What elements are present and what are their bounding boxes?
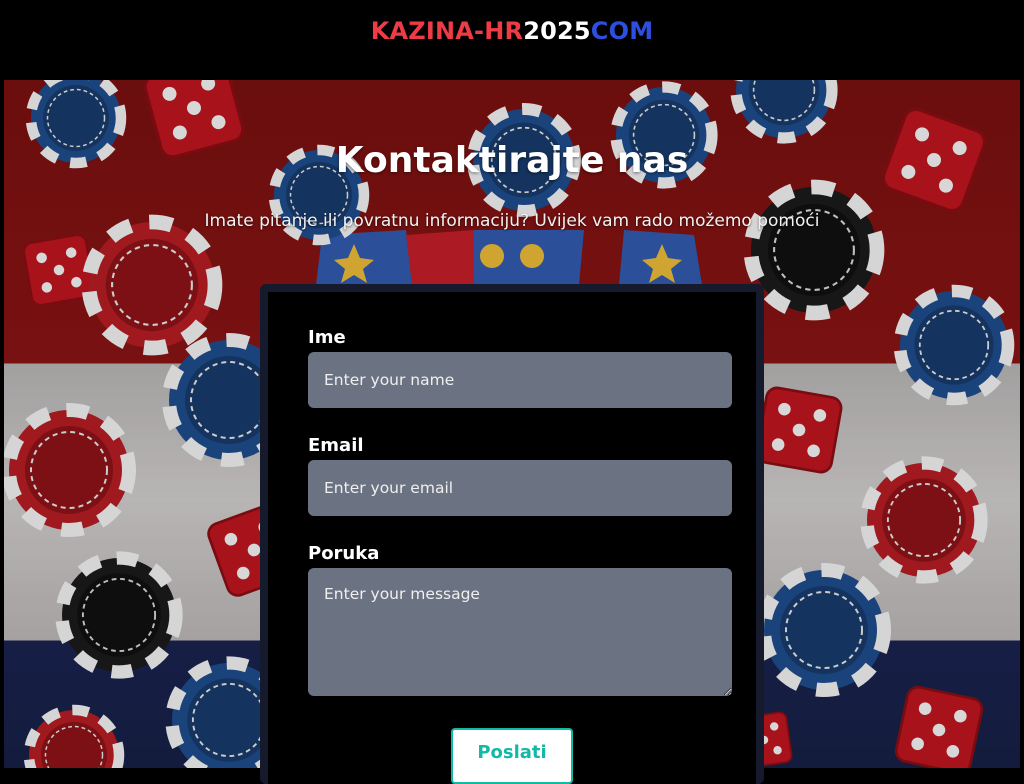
email-label: Email <box>308 435 364 456</box>
name-input[interactable] <box>308 352 732 408</box>
name-label: Ime <box>308 327 346 348</box>
contact-form-card: Ime Email Poruka Poslati <box>260 284 764 784</box>
logo-text-com: COM <box>590 17 654 45</box>
page-title: Kontaktirajte nas <box>335 140 689 181</box>
logo-text-kazina: KAZINA-HR <box>370 17 524 45</box>
page-subtitle: Imate pitanje ili povratnu informaciju? … <box>204 211 820 231</box>
submit-button[interactable]: Poslati <box>451 728 573 784</box>
logo-text-year: 2025 <box>523 17 591 45</box>
message-textarea[interactable] <box>308 568 732 696</box>
email-input[interactable] <box>308 460 732 516</box>
site-logo[interactable]: KAZINA-HR2025COM <box>0 17 1024 45</box>
site-header: KAZINA-HR2025COM <box>0 0 1024 80</box>
message-label: Poruka <box>308 543 380 564</box>
contact-form: Ime Email Poruka <box>268 292 756 784</box>
